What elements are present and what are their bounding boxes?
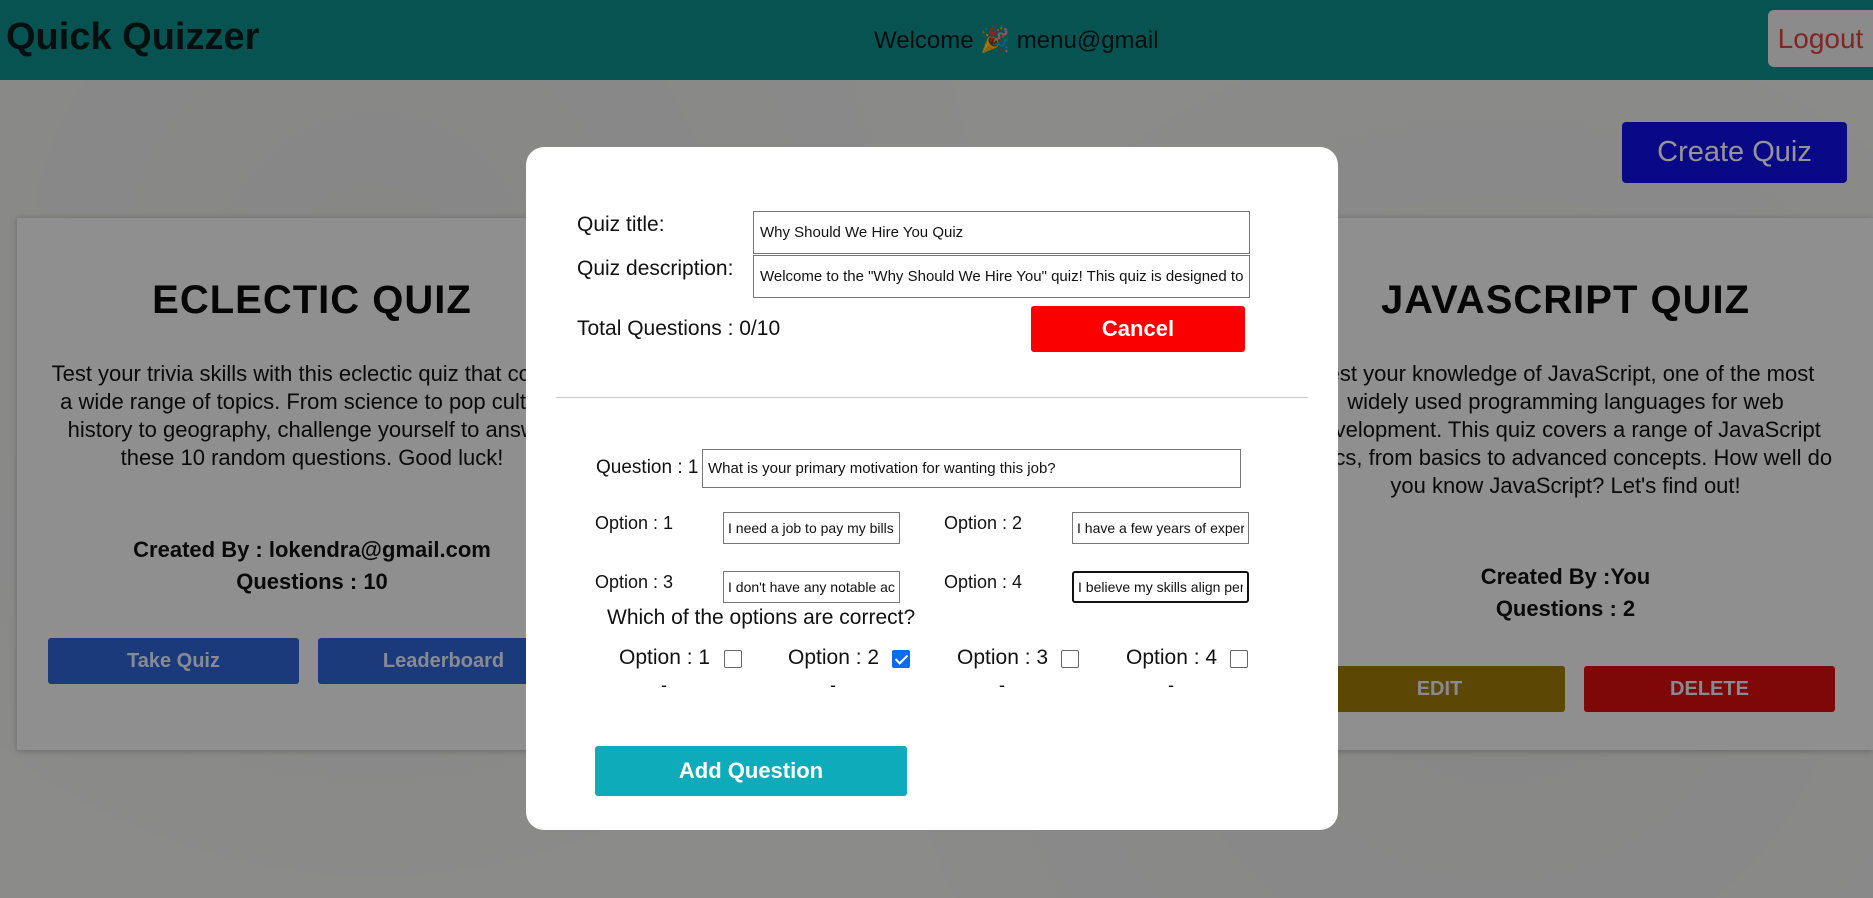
correct-option-3-label: Option : 3	[957, 646, 1049, 669]
correct-option-2-label: Option : 2	[788, 646, 880, 669]
cancel-button[interactable]: Cancel	[1031, 306, 1245, 352]
option-3-input[interactable]	[723, 571, 900, 603]
quiz-title-label: Quiz title:	[577, 213, 665, 236]
quiz-description-label: Quiz description:	[577, 257, 734, 280]
modal-divider	[556, 397, 1308, 398]
correct-option-1-checkbox[interactable]	[724, 650, 742, 668]
correct-option-4-dash: -	[1168, 675, 1174, 695]
correct-option-3-dash: -	[999, 675, 1005, 695]
option-4-label: Option : 4	[944, 572, 1023, 592]
correct-option-1-label: Option : 1	[619, 646, 711, 669]
option-4-input[interactable]	[1072, 571, 1249, 603]
correct-option-1-dash: -	[661, 675, 667, 695]
option-2-input[interactable]	[1072, 512, 1249, 544]
quiz-title-input[interactable]	[753, 211, 1250, 254]
correct-options-prompt: Which of the options are correct?	[607, 606, 916, 629]
correct-option-4-label: Option : 4	[1126, 646, 1218, 669]
correct-option-4-checkbox[interactable]	[1230, 650, 1248, 668]
option-1-label: Option : 1	[595, 513, 674, 533]
question-input[interactable]	[702, 449, 1241, 488]
option-2-label: Option : 2	[944, 513, 1023, 533]
quiz-description-input[interactable]	[753, 255, 1250, 298]
option-3-label: Option : 3	[595, 572, 674, 592]
create-quiz-modal: Quiz title: Quiz description: Total Ques…	[526, 147, 1338, 830]
add-question-button[interactable]: Add Question	[595, 746, 907, 796]
question-label: Question : 1	[596, 457, 699, 478]
correct-option-2-dash: -	[830, 675, 836, 695]
total-questions-counter: Total Questions : 0/10	[577, 317, 781, 340]
correct-option-3-checkbox[interactable]	[1061, 650, 1079, 668]
correct-option-2-checkbox[interactable]	[892, 650, 910, 668]
option-1-input[interactable]	[723, 512, 900, 544]
